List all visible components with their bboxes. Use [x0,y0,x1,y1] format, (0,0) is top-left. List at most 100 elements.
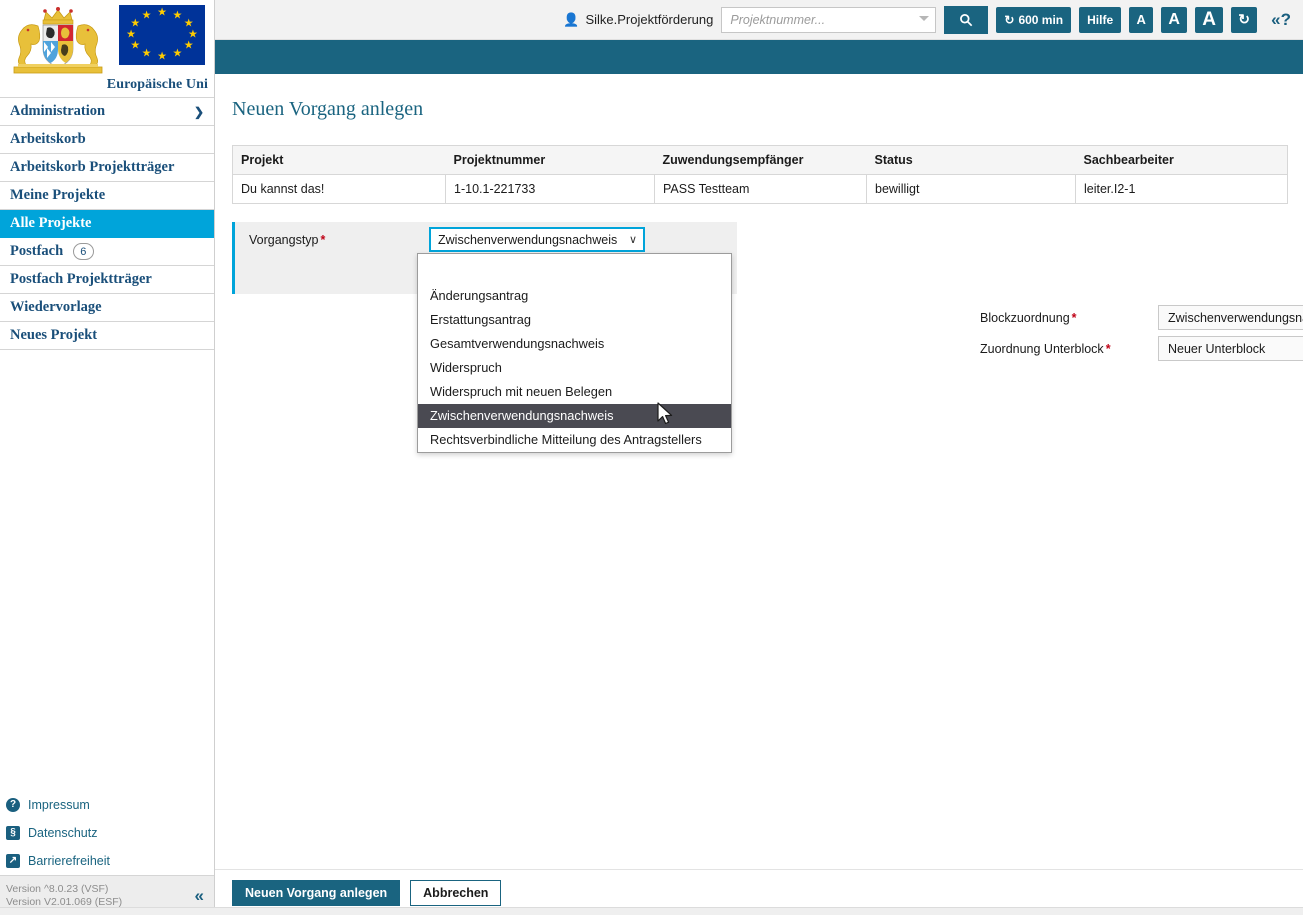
link-label: Impressum [28,798,90,812]
dropdown-option-gesamtverwendungsnachweis[interactable]: Gesamtverwendungsnachweis [418,332,731,356]
sidebar-item-label: Alle Projekte [10,215,92,231]
sidebar-item-administration[interactable]: Administration ❯ [0,98,214,126]
user-name: Silke.Projektförderung [585,12,714,27]
cancel-button[interactable]: Abbrechen [410,879,502,906]
user-icon: 👤 [563,11,580,27]
dropdown-option-erstattungsantrag[interactable]: Erstattungsantrag [418,308,731,332]
european-union-flag-icon: ★ ★ ★ ★ ★ ★ ★ ★ ★ ★ ★ ★ [118,4,206,66]
help-toggle-button[interactable]: «? [1267,10,1295,30]
vorgangstyp-dropdown-list[interactable]: Änderungsantrag Erstattungsantrag Gesamt… [417,253,732,453]
submit-button[interactable]: Neuen Vorgang anlegen [232,879,401,906]
dropdown-option-zwischenverwendungsnachweis[interactable]: Zwischenverwendungsnachweis [418,404,731,428]
bavaria-coat-of-arms-icon [4,4,112,76]
vorgangstyp-label: Vorgangstyp * [249,233,325,247]
reload-button[interactable]: ↻ [1231,6,1258,33]
sidebar-item-label: Arbeitskorb [10,131,86,147]
dropdown-option-rechtsverbindliche-mitteilung[interactable]: Rechtsverbindliche Mitteilung des Antrag… [418,428,731,452]
link-barrierefreiheit[interactable]: ↗ Barrierefreiheit [6,847,214,875]
search-input[interactable] [721,6,937,33]
cell-projektnummer: 1-10.1-221733 [445,174,655,204]
cell-zuwendungsempfaenger: PASS Testteam [654,174,867,204]
block-assignment-fields: Blockzuordnung* Zwischenverwendungsnachw… [980,302,1303,364]
user-chip[interactable]: 👤 Silke.Projektförderung [563,12,713,28]
link-label: Barrierefreiheit [28,854,110,868]
sidebar: ★ ★ ★ ★ ★ ★ ★ ★ ★ ★ ★ ★ Europäische Uni … [0,0,215,915]
dropdown-option-widerspruch-mit-neuen-belegen[interactable]: Widerspruch mit neuen Belegen [418,380,731,404]
cell-sachbearbeiter: leiter.I2-1 [1075,174,1288,204]
project-info-table: Projekt Projektnummer Zuwendungsempfänge… [232,145,1288,204]
link-impressum[interactable]: ? Impressum [6,791,214,819]
search-button[interactable] [944,5,989,34]
vorgangstyp-select[interactable]: Zwischenverwendungsnachweis ∨ [429,227,645,252]
unterblock-select[interactable]: Neuer Unterblock ∨ [1158,336,1303,361]
font-size-large-button[interactable]: A [1195,6,1224,33]
column-header-projektnummer: Projektnummer [445,145,655,175]
blockzuordnung-value: Zwischenverwendungsnachweis [1168,310,1303,325]
sidebar-navigation: Administration ❯ Arbeitskorb Arbeitskorb… [0,97,214,350]
blockzuordnung-row: Blockzuordnung* Zwischenverwendungsnachw… [980,302,1303,333]
sidebar-item-wiedervorlage[interactable]: Wiedervorlage [0,294,214,322]
search-icon [960,13,973,26]
blockzuordnung-select[interactable]: Zwischenverwendungsnachweis ∨ [1158,305,1303,330]
required-marker: * [1105,341,1111,356]
bottom-strip [0,907,1303,915]
sidebar-item-label-wrap: Postfach 6 [10,243,94,261]
cell-projekt: Du kannst das! [232,174,446,204]
sidebar-footer-links: ? Impressum § Datenschutz ↗ Barrierefrei… [0,791,214,875]
font-size-small-button[interactable]: A [1129,6,1154,33]
page-title: Neuen Vorgang anlegen [232,98,424,120]
sidebar-item-arbeitskorb[interactable]: Arbeitskorb [0,126,214,154]
chevron-down-icon: ∨ [628,234,637,246]
table-header-row: Projekt Projektnummer Zuwendungsempfänge… [232,145,1288,175]
sidebar-item-postfach[interactable]: Postfach 6 [0,238,214,266]
sidebar-item-label: Postfach [10,242,64,259]
question-circle-icon: ? [6,798,20,812]
column-header-zuwendungsempfaenger: Zuwendungsempfänger [654,145,867,175]
chevron-right-icon: ❯ [193,104,204,119]
session-timer-button[interactable]: ↻ 600 min [996,6,1072,33]
link-datenschutz[interactable]: § Datenschutz [6,819,214,847]
sidebar-item-arbeitskorb-projekttraeger[interactable]: Arbeitskorb Projektträger [0,154,214,182]
privacy-icon: § [6,826,20,840]
refresh-icon: ↻ [1004,12,1015,27]
unterblock-value: Neuer Unterblock [1168,341,1266,356]
required-marker: * [320,233,326,247]
search-field-wrapper [721,6,937,33]
vorgangstyp-selected-value: Zwischenverwendungsnachweis [438,232,618,247]
sidebar-item-alle-projekte[interactable]: Alle Projekte [0,210,214,238]
blockzuordnung-label: Blockzuordnung * [980,311,1158,325]
postfach-count-badge: 6 [72,243,94,261]
cell-status: bewilligt [866,174,1076,204]
logo-row: ★ ★ ★ ★ ★ ★ ★ ★ ★ ★ ★ ★ [0,0,214,76]
dropdown-option-aenderungsantrag[interactable]: Änderungsantrag [418,284,731,308]
main-content: Neuen Vorgang anlegen Projekt Projektnum… [215,74,1303,869]
column-header-projekt: Projekt [232,145,446,175]
link-label: Datenschutz [28,826,98,840]
version-info: Version ^8.0.23 (VSF) Version V2.01.069 … [6,883,122,909]
column-header-status: Status [866,145,1076,175]
font-size-medium-button[interactable]: A [1161,6,1188,33]
sidebar-item-label: Arbeitskorb Projektträger [10,159,175,175]
sidebar-item-label: Postfach Projektträger [10,271,152,287]
collapse-sidebar-button[interactable]: « [195,886,204,906]
blockzuordnung-label-text: Blockzuordnung [980,310,1070,325]
unterblock-row: Zuordnung Unterblock* Neuer Unterblock ∨ [980,333,1303,364]
sidebar-item-label: Neues Projekt [10,327,98,343]
sidebar-item-label: Wiedervorlage [10,299,102,315]
sidebar-item-postfach-projekttraeger[interactable]: Postfach Projektträger [0,266,214,294]
vorgangstyp-label-text: Vorgangstyp [249,233,319,247]
session-timer-label: 600 min [1018,12,1064,27]
eu-caption: Europäische Uni [106,77,208,92]
sidebar-item-label: Administration [10,103,106,119]
help-button[interactable]: Hilfe [1079,6,1122,33]
dropdown-option-widerspruch[interactable]: Widerspruch [418,356,731,380]
sidebar-item-meine-projekte[interactable]: Meine Projekte [0,182,214,210]
top-toolbar: 👤 Silke.Projektförderung ↻ 600 min Hilfe… [215,0,1303,40]
sidebar-item-neues-projekt[interactable]: Neues Projekt [0,322,214,350]
dropdown-option-empty[interactable] [418,254,731,284]
page-banner [215,40,1303,74]
required-marker: * [1071,310,1077,325]
unterblock-label: Zuordnung Unterblock * [980,342,1158,356]
version-vsf: Version ^8.0.23 (VSF) [6,882,109,895]
accessibility-icon: ↗ [6,854,20,868]
